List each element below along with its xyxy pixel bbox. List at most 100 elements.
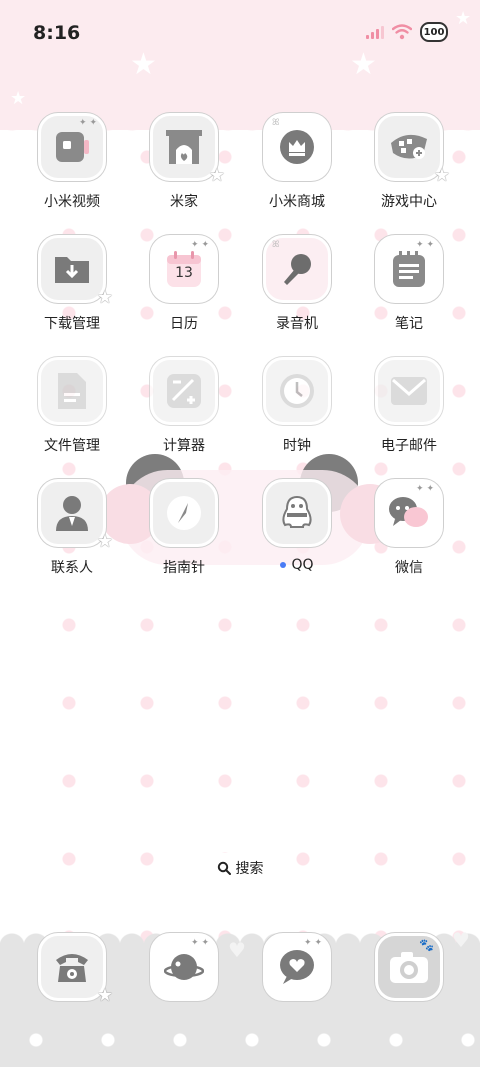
app-notes[interactable]: ✦ ✦ 笔记 <box>359 235 459 333</box>
app-label: 指南针 <box>163 560 205 576</box>
dock-app-phone[interactable]: ★ <box>22 933 122 1006</box>
cellular-signal-icon <box>366 25 384 39</box>
app-label-wrap: 电子邮件 <box>381 435 437 455</box>
search-button[interactable]: 搜索 <box>203 853 277 883</box>
search-icon <box>217 861 231 875</box>
app-contacts[interactable]: ★ 联系人 <box>22 479 122 577</box>
app-icon-tile[interactable] <box>263 357 331 425</box>
crown-bag-icon <box>279 129 315 165</box>
app-calendar[interactable]: 13 ✦ ✦ 日历 <box>134 235 234 333</box>
app-icon-tile[interactable]: ★ <box>150 113 225 186</box>
bow-icon: ꕤ <box>272 118 280 128</box>
app-label-wrap: 联系人 <box>51 557 93 577</box>
app-file-manager[interactable]: 文件管理 <box>22 357 122 455</box>
app-icon-tile[interactable]: ꕤ <box>263 235 331 303</box>
paw-icon: 🐾 <box>419 938 434 952</box>
dock-app-messages[interactable]: ✦ ✦ <box>247 933 347 1001</box>
app-icon-tile[interactable]: ✦ ✦ <box>375 479 443 547</box>
app-label: 笔记 <box>395 316 423 332</box>
app-mi-video[interactable]: ✦ ✦ 小米视频 <box>22 113 122 211</box>
app-mijia[interactable]: ★ 米家 <box>134 113 234 211</box>
app-label: 时钟 <box>283 438 311 454</box>
app-mi-store[interactable]: ꕤ 小米商城 <box>247 113 347 211</box>
calendar-icon: 13 <box>164 249 204 289</box>
app-recorder[interactable]: ꕤ 录音机 <box>247 235 347 333</box>
sparkle-icon: ✦ ✦ <box>304 938 322 948</box>
app-qq[interactable]: QQ <box>247 479 347 573</box>
app-icon-tile[interactable]: ✦ ✦ <box>38 113 106 181</box>
app-label: 联系人 <box>51 560 93 576</box>
app-label: 计算器 <box>163 438 205 454</box>
app-icon-tile[interactable]: 13 ✦ ✦ <box>150 235 218 303</box>
app-game-center[interactable]: ★ 游戏中心 <box>359 113 459 211</box>
app-icon-tile[interactable]: ★ <box>38 479 113 552</box>
sparkle-icon: ✦ ✦ <box>191 938 209 948</box>
search-label: 搜索 <box>235 861 264 877</box>
app-label-wrap: 小米视频 <box>44 191 100 211</box>
app-label: 下载管理 <box>44 316 100 332</box>
dock-app-browser[interactable]: ✦ ✦ <box>134 933 234 1001</box>
app-downloads[interactable]: ★ 下载管理 <box>22 235 122 333</box>
app-icon-tile[interactable]: ★ <box>375 113 450 186</box>
app-icon-tile[interactable]: ✦ ✦ <box>375 235 443 303</box>
dock-icon-tile[interactable]: ★ <box>38 933 113 1006</box>
app-label: 游戏中心 <box>381 194 437 210</box>
penguin-icon <box>277 493 317 533</box>
bow-icon: ꕤ <box>272 240 280 250</box>
app-icon-tile[interactable] <box>38 357 106 425</box>
sparkle-icon: ✦ ✦ <box>79 118 97 128</box>
app-icon-tile[interactable] <box>150 479 218 547</box>
app-compass[interactable]: 指南针 <box>134 479 234 577</box>
app-label-wrap: 米家 <box>170 191 198 211</box>
app-icon-tile[interactable] <box>150 357 218 425</box>
app-icon-tile[interactable] <box>375 357 443 425</box>
app-label-wrap: 录音机 <box>276 313 318 333</box>
heart-message-icon <box>277 948 317 986</box>
app-wechat[interactable]: ✦ ✦ 微信 <box>359 479 459 577</box>
dock-icon-tile[interactable]: 🐾 <box>375 933 443 1001</box>
app-label-wrap: QQ <box>280 557 314 573</box>
notepad-icon <box>390 249 428 289</box>
video-icon <box>54 130 90 164</box>
dock-app-camera[interactable]: 🐾 <box>359 933 459 1001</box>
app-label-wrap: 时钟 <box>283 435 311 455</box>
app-label: QQ <box>291 557 314 573</box>
battery-icon: 100 <box>420 22 448 42</box>
envelope-icon <box>389 375 429 407</box>
notification-dot <box>280 562 287 568</box>
chat-bubbles-icon <box>387 493 431 533</box>
dock-icon-tile[interactable]: ✦ ✦ <box>263 933 331 1001</box>
telephone-icon <box>52 948 92 986</box>
sparkle-icon: ✦ ✦ <box>191 240 209 250</box>
status-time: 8:16 <box>33 22 81 44</box>
app-label: 文件管理 <box>44 438 100 454</box>
app-label: 小米视频 <box>44 194 100 210</box>
app-calculator[interactable]: 计算器 <box>134 357 234 455</box>
calculator-icon <box>165 372 203 410</box>
star-badge-icon: ★ <box>96 985 113 1006</box>
app-clock[interactable]: 时钟 <box>247 357 347 455</box>
app-icon-tile[interactable]: ★ <box>38 235 113 308</box>
dock-icon-tile[interactable]: ✦ ✦ <box>150 933 218 1001</box>
app-icon-tile[interactable] <box>263 479 331 547</box>
star-decoration: ★ <box>10 88 27 109</box>
star-badge-icon: ★ <box>96 531 113 552</box>
file-icon <box>55 371 89 411</box>
download-folder-icon <box>53 253 91 285</box>
app-label-wrap: 指南针 <box>163 557 205 577</box>
app-label: 录音机 <box>276 316 318 332</box>
app-label-wrap: 笔记 <box>395 313 423 333</box>
star-badge-icon: ★ <box>96 287 113 308</box>
app-label-wrap: 计算器 <box>163 435 205 455</box>
wifi-icon <box>392 24 412 40</box>
sparkle-icon: ✦ ✦ <box>416 240 434 250</box>
app-icon-tile[interactable]: ꕤ <box>263 113 331 181</box>
app-label-wrap: 小米商城 <box>269 191 325 211</box>
clock-icon <box>278 372 316 410</box>
microphone-icon <box>279 251 315 287</box>
gamepad-icon <box>387 129 431 165</box>
app-email[interactable]: 电子邮件 <box>359 357 459 455</box>
person-icon <box>52 493 92 533</box>
app-label: 日历 <box>170 316 198 332</box>
app-label: 电子邮件 <box>381 438 437 454</box>
